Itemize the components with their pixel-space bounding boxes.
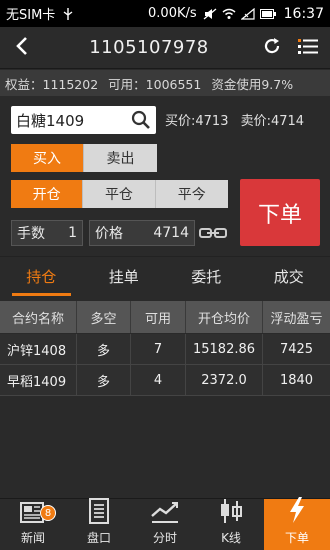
- direction-selector: 买入 卖出: [11, 144, 157, 172]
- menu-button[interactable]: [290, 27, 326, 69]
- refresh-button[interactable]: [254, 27, 290, 69]
- account-summary: 权益：1115202 可用：1006551 资金使用9.7%: [0, 70, 330, 96]
- account-title: 1105107978: [89, 37, 209, 58]
- price-field[interactable]: 价格 4714: [89, 220, 195, 246]
- buy-button[interactable]: 买入: [11, 144, 84, 172]
- nav-timeshare-label: 分时: [152, 531, 177, 545]
- battery-icon: [259, 8, 276, 20]
- quote-info: 买价:4713 卖价:4714: [165, 110, 312, 129]
- list-menu-icon: [298, 37, 318, 59]
- close-position-button[interactable]: 平仓: [83, 180, 156, 208]
- cell-floating-pnl: 1840: [279, 372, 314, 388]
- order-panel: 白糖1409 买价:4713 卖价:4714 买入 卖出 开仓 平仓 平今 手数…: [0, 96, 330, 254]
- column-floating-pnl: 浮动盈亏: [270, 311, 323, 327]
- positions-table: 合约名称 多空 可用 开仓均价 浮动盈亏 沪锌1408 多 7 15182.86…: [0, 301, 330, 396]
- wifi-icon: [222, 8, 236, 20]
- price-label: 价格: [95, 226, 123, 242]
- candlestick-icon: [218, 498, 244, 529]
- open-position-button[interactable]: 开仓: [11, 180, 84, 208]
- cell-side: 多: [77, 365, 131, 395]
- lightning-icon: [286, 496, 308, 529]
- column-contract: 合约名称: [0, 301, 77, 333]
- back-button[interactable]: [0, 27, 44, 69]
- close-today-button[interactable]: 平今: [155, 180, 228, 208]
- nav-kline[interactable]: K线: [198, 499, 264, 550]
- nav-kline-label: K线: [221, 531, 241, 545]
- cell-floating-pnl: 7425: [279, 341, 314, 357]
- nav-news-label: 新闻: [20, 531, 45, 545]
- offset-selector: 开仓 平仓 平今: [11, 180, 228, 208]
- column-available: 可用: [131, 301, 186, 333]
- column-side: 多空: [77, 301, 131, 333]
- equity-label: 权益：1115202: [5, 76, 99, 92]
- bottom-nav: 8 新闻 盘口 分时 K线 下单: [0, 496, 330, 550]
- available-label: 可用：1006551: [108, 76, 202, 92]
- cell-avg-price: 15182.86: [186, 334, 263, 364]
- ask-price: 卖价:4714: [240, 114, 305, 129]
- table-row[interactable]: 沪锌1408 多 7 15182.86 7425: [0, 334, 330, 365]
- price-value: 4714: [153, 225, 189, 241]
- symbol-value: 白糖1409: [16, 111, 85, 130]
- nav-news[interactable]: 8 新闻: [0, 499, 66, 550]
- tab-pending-orders[interactable]: 挂单: [83, 257, 166, 296]
- table-row[interactable]: 早稻1409 多 4 2372.0 1840: [0, 365, 330, 396]
- tab-orders[interactable]: 委托: [165, 257, 248, 296]
- nav-order[interactable]: 下单: [264, 496, 330, 550]
- nav-orderbook[interactable]: 盘口: [66, 498, 132, 550]
- bid-price: 买价:4713: [165, 114, 229, 129]
- top-bar: 1105107978: [0, 27, 330, 69]
- quantity-label: 手数: [17, 226, 45, 242]
- cell-contract: 早稻1409: [0, 365, 77, 395]
- place-order-button[interactable]: 下单: [240, 179, 320, 246]
- refresh-icon: [262, 36, 282, 60]
- tab-positions[interactable]: 持仓: [0, 257, 83, 296]
- usb-icon: [61, 7, 75, 20]
- chevron-left-icon: [15, 36, 29, 60]
- cell-available: 4: [131, 365, 186, 395]
- link-icon[interactable]: [199, 225, 227, 244]
- tab-trades[interactable]: 成交: [248, 257, 330, 296]
- mute-icon: [203, 8, 217, 20]
- nav-timeshare[interactable]: 分时: [132, 499, 198, 550]
- carrier-label: 无SIM卡: [6, 8, 56, 23]
- no-signal-icon: [239, 7, 255, 20]
- table-header: 合约名称 多空 可用 开仓均价 浮动盈亏: [0, 301, 330, 334]
- status-bar: 无SIM卡 0.00K/s 16:37: [0, 0, 330, 27]
- orderbook-icon: [87, 498, 111, 529]
- cell-contract: 沪锌1408: [0, 334, 77, 364]
- quantity-value: 1: [68, 225, 77, 241]
- quantity-field[interactable]: 手数 1: [11, 220, 83, 246]
- symbol-input[interactable]: 白糖1409: [11, 106, 156, 134]
- news-badge: 8: [40, 505, 56, 521]
- column-avg-price: 开仓均价: [186, 301, 263, 333]
- sell-button[interactable]: 卖出: [84, 144, 157, 172]
- record-tabs: 持仓 挂单 委托 成交: [0, 256, 330, 296]
- timeshare-chart-icon: [150, 500, 180, 529]
- usage-label: 资金使用9.7%: [211, 76, 294, 92]
- cell-available: 7: [131, 334, 186, 364]
- search-icon[interactable]: [131, 110, 151, 134]
- cell-side: 多: [77, 334, 131, 364]
- network-speed: 0.00K/s: [148, 6, 197, 21]
- clock: 16:37: [283, 5, 324, 22]
- cell-avg-price: 2372.0: [186, 365, 263, 395]
- nav-orderbook-label: 盘口: [86, 531, 111, 545]
- nav-order-label: 下单: [284, 531, 309, 545]
